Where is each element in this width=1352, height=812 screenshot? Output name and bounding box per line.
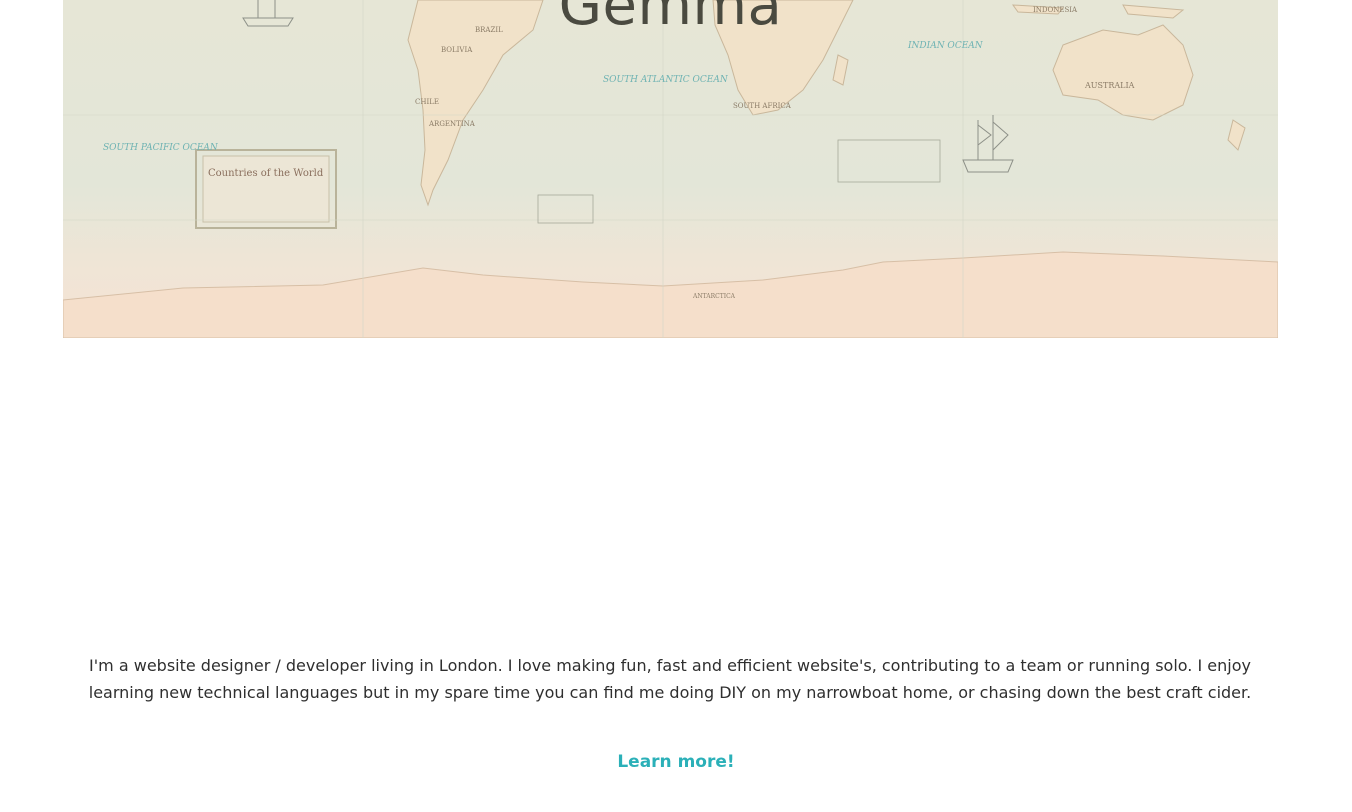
map-label-bolivia: BOLIVIA [441, 46, 473, 54]
learn-more-link[interactable]: Learn more! [0, 752, 1352, 772]
map-label-antarctica: ANTARCTICA [692, 293, 736, 300]
world-map-illustration: BRAZIL ARGENTINA BOLIVIA CHILE SOUTH AFR… [63, 0, 1278, 338]
sailing-ship-icon [962, 115, 1014, 173]
map-cartouche-title: Countries of the World [208, 168, 324, 179]
antarctica-shape [63, 251, 1278, 338]
hero-title: Gemma [558, 0, 783, 38]
map-label-australia: AUSTRALIA [1084, 81, 1135, 90]
map-label-south-atlantic: SOUTH ATLANTIC OCEAN [603, 75, 729, 85]
map-label-argentina: ARGENTINA [428, 120, 476, 128]
map-label-chile: CHILE [415, 98, 439, 106]
map-label-south-africa: SOUTH AFRICA [733, 102, 792, 110]
map-label-south-pacific: SOUTH PACIFIC OCEAN [103, 143, 219, 153]
map-label-indian-ocean: INDIAN OCEAN [907, 41, 984, 51]
bio-paragraph: I'm a website designer / developer livin… [88, 656, 1252, 702]
australia-shape [1052, 24, 1194, 121]
hero-map-banner: BRAZIL ARGENTINA BOLIVIA CHILE SOUTH AFR… [63, 0, 1278, 338]
